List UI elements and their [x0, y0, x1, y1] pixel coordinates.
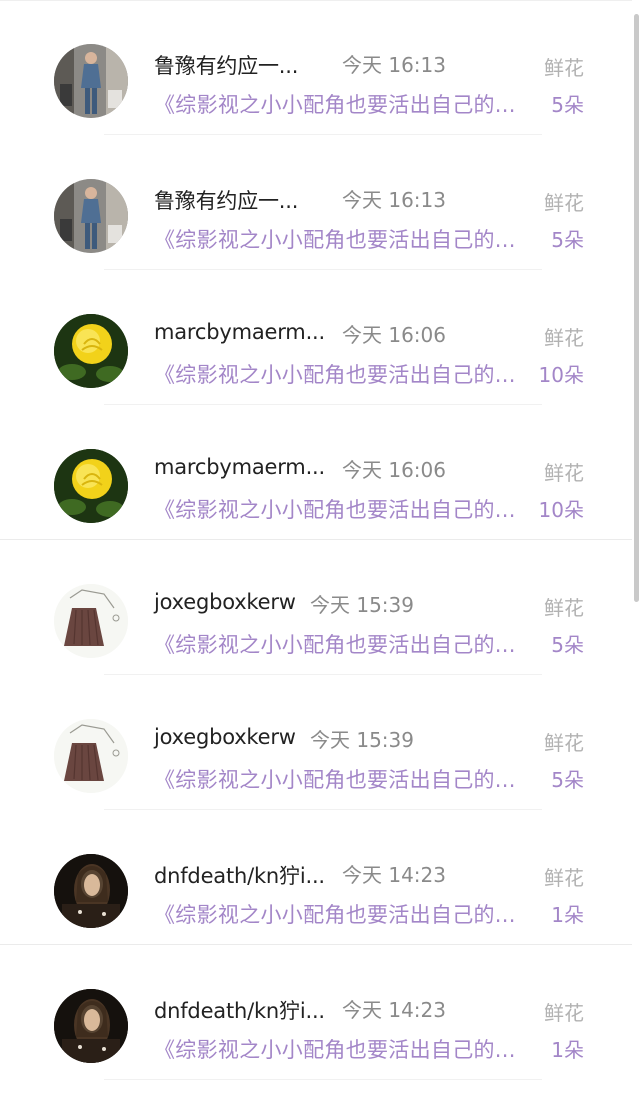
gift-count: 5朵 — [551, 633, 584, 657]
gift-record-row[interactable]: joxegboxkerw 今天 15:39 鲜花 《综影视之小小配角也要活出自己… — [0, 675, 632, 810]
sender-name: joxegboxkerw — [154, 725, 296, 749]
sender-name: joxegboxkerw — [154, 590, 296, 614]
scrollbar[interactable] — [632, 0, 640, 1110]
gift-record-row[interactable]: dnfdeath/kn狞i... 今天 14:23 鲜花 《综影视之小小配角也要… — [0, 810, 632, 945]
gift-time: 今天 16:13 — [342, 53, 446, 77]
gift-type-label: 鲜花 — [544, 191, 584, 215]
gift-type-label: 鲜花 — [544, 56, 584, 80]
gift-time: 今天 16:06 — [342, 323, 446, 347]
gift-count: 10朵 — [538, 498, 584, 522]
yellow-rose-icon — [54, 314, 128, 388]
avatar[interactable] — [54, 314, 128, 388]
avatar[interactable] — [54, 719, 128, 793]
book-title-link[interactable]: 《综影视之小小配角也要活出自己的... — [154, 224, 516, 254]
gift-record-row[interactable]: 鲁豫有约应一... 今天 16:13 鲜花 《综影视之小小配角也要活出自己的..… — [0, 0, 632, 135]
gift-count: 1朵 — [551, 903, 584, 927]
avatar[interactable] — [54, 584, 128, 658]
gift-time: 今天 14:23 — [342, 998, 446, 1022]
gift-type-label: 鲜花 — [544, 731, 584, 755]
sender-name: marcbymaerm... — [154, 455, 325, 479]
avatar[interactable] — [54, 854, 128, 928]
gift-type-label: 鲜花 — [544, 866, 584, 890]
skirt-sketch-icon — [54, 719, 128, 793]
book-title-link[interactable]: 《综影视之小小配角也要活出自己的... — [154, 899, 516, 929]
gift-time: 今天 16:13 — [342, 188, 446, 212]
book-title-link[interactable]: 《综影视之小小配角也要活出自己的... — [154, 1034, 516, 1064]
sender-name: 鲁豫有约应一... — [154, 189, 299, 213]
gift-record-row[interactable]: dnfdeath/kn狞i... 今天 14:23 鲜花 《综影视之小小配角也要… — [0, 945, 632, 1080]
dark-portrait-icon — [54, 854, 128, 928]
book-title-link[interactable]: 《综影视之小小配角也要活出自己的... — [154, 764, 516, 794]
gift-record-row[interactable]: marcbymaerm... 今天 16:06 鲜花 《综影视之小小配角也要活出… — [0, 405, 632, 540]
gift-time: 今天 15:39 — [310, 593, 414, 617]
sender-name: dnfdeath/kn狞i... — [154, 999, 325, 1023]
yellow-rose-icon — [54, 449, 128, 523]
gift-record-list: 鲁豫有约应一... 今天 16:13 鲜花 《综影视之小小配角也要活出自己的..… — [0, 0, 632, 1110]
book-title-link[interactable]: 《综影视之小小配角也要活出自己的... — [154, 359, 516, 389]
gift-count: 5朵 — [551, 228, 584, 252]
scrollbar-thumb[interactable] — [634, 14, 639, 602]
gift-type-label: 鲜花 — [544, 326, 584, 350]
book-title-link[interactable]: 《综影视之小小配角也要活出自己的... — [154, 629, 516, 659]
gift-time: 今天 16:06 — [342, 458, 446, 482]
dark-portrait-icon — [54, 989, 128, 1063]
gift-record-row[interactable]: marcbymaerm... 今天 16:06 鲜花 《综影视之小小配角也要活出… — [0, 270, 632, 405]
gift-type-label: 鲜花 — [544, 596, 584, 620]
book-title-link[interactable]: 《综影视之小小配角也要活出自己的... — [154, 494, 516, 524]
gift-count: 10朵 — [538, 363, 584, 387]
sender-name: dnfdeath/kn狞i... — [154, 864, 325, 888]
skirt-sketch-icon — [54, 584, 128, 658]
gift-record-row[interactable]: 鲁豫有约应一... 今天 16:13 鲜花 《综影视之小小配角也要活出自己的..… — [0, 135, 632, 270]
row-divider — [104, 1079, 542, 1080]
avatar[interactable] — [54, 449, 128, 523]
gift-count: 1朵 — [551, 1038, 584, 1062]
avatar[interactable] — [54, 44, 128, 118]
gift-time: 今天 14:23 — [342, 863, 446, 887]
gift-type-label: 鲜花 — [544, 461, 584, 485]
person-photo-icon — [54, 44, 128, 118]
avatar[interactable] — [54, 989, 128, 1063]
sender-name: 鲁豫有约应一... — [154, 54, 299, 78]
person-photo-icon — [54, 179, 128, 253]
book-title-link[interactable]: 《综影视之小小配角也要活出自己的... — [154, 89, 516, 119]
gift-record-row[interactable]: joxegboxkerw 今天 15:39 鲜花 《综影视之小小配角也要活出自己… — [0, 540, 632, 675]
gift-time: 今天 15:39 — [310, 728, 414, 752]
gift-count: 5朵 — [551, 93, 584, 117]
gift-type-label: 鲜花 — [544, 1001, 584, 1025]
avatar[interactable] — [54, 179, 128, 253]
gift-count: 5朵 — [551, 768, 584, 792]
sender-name: marcbymaerm... — [154, 320, 325, 344]
